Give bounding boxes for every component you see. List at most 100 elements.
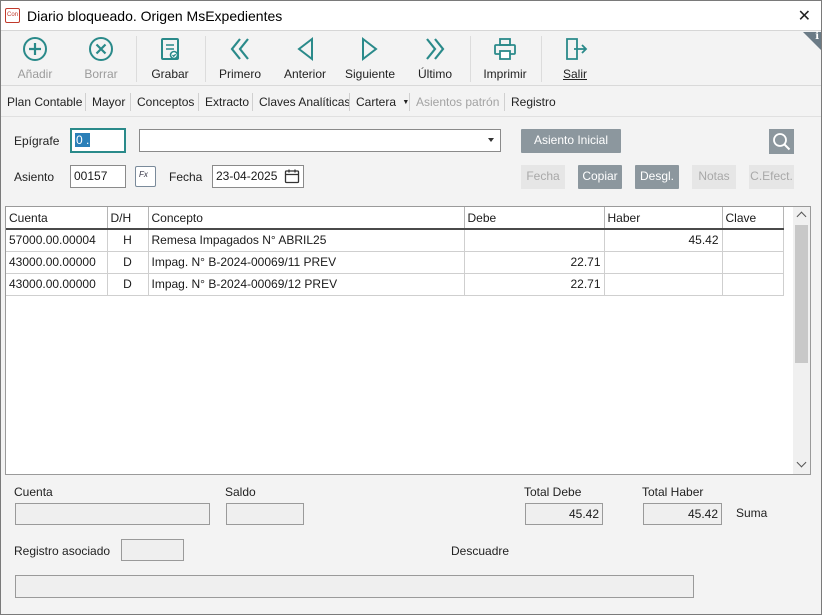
cell-clave[interactable]: [722, 251, 784, 274]
cell-concepto[interactable]: Impag. N° B-2024-00069/12 PREV: [148, 273, 465, 296]
formula-button[interactable]: Fx: [135, 166, 156, 187]
previous-button[interactable]: Anterior: [281, 36, 329, 84]
menu-separator: [85, 93, 86, 111]
calendar-icon[interactable]: [284, 168, 300, 184]
cell-dh[interactable]: H: [107, 229, 149, 252]
cell-dh[interactable]: D: [107, 273, 149, 296]
chevron-down-icon: [488, 138, 494, 142]
asiento-input[interactable]: 00157: [70, 165, 126, 188]
menu-separator: [349, 93, 350, 111]
info-icon[interactable]: i: [815, 31, 819, 42]
cell-haber[interactable]: [604, 273, 723, 296]
total-haber-field[interactable]: 45.42: [643, 503, 722, 525]
save-button[interactable]: Grabar: [147, 36, 193, 84]
menu-bar: Plan Contable Mayor Conceptos Extracto C…: [1, 87, 821, 117]
cuenta-field[interactable]: [15, 503, 210, 525]
total-debe-field[interactable]: 45.42: [525, 503, 603, 525]
double-chevron-left-icon: [230, 38, 249, 60]
scroll-up-icon[interactable]: [796, 211, 807, 222]
save-document-icon: [161, 38, 179, 60]
menu-asientos-patron[interactable]: Asientos patrón: [416, 95, 499, 109]
cell-dh[interactable]: D: [107, 251, 149, 274]
add-button[interactable]: Añadir: [13, 36, 57, 84]
search-button[interactable]: [769, 129, 794, 154]
column-header-haber[interactable]: Haber: [604, 207, 723, 230]
cell-clave[interactable]: [722, 273, 784, 296]
scroll-down-icon[interactable]: [796, 457, 807, 468]
exit-button[interactable]: Salir: [557, 36, 593, 84]
cell-debe[interactable]: 22.71: [464, 251, 605, 274]
menu-conceptos[interactable]: Conceptos: [137, 95, 194, 109]
entries-table: Cuenta D/H Concepto Debe Haber Clave 570…: [6, 207, 784, 296]
cell-cuenta[interactable]: 43000.00.00000: [6, 273, 108, 296]
epigrafe-select[interactable]: [139, 129, 501, 152]
fecha-input[interactable]: 23-04-2025: [212, 165, 304, 188]
menu-cartera-label: Cartera: [356, 95, 397, 109]
x-circle-icon: [89, 37, 113, 61]
toolbar: i Añadir Borrar Grabar Primero Anterior …: [1, 31, 821, 86]
toolbar-separator: [541, 36, 542, 82]
print-button[interactable]: Imprimir: [481, 36, 529, 84]
chevron-left-icon: [297, 36, 313, 62]
registro-asociado-field[interactable]: [121, 539, 184, 561]
toolbar-separator: [136, 36, 137, 82]
previous-button-label: Anterior: [283, 67, 327, 81]
plus-circle-icon: [23, 37, 47, 61]
menu-registro[interactable]: Registro: [511, 95, 556, 109]
delete-button[interactable]: Borrar: [79, 36, 123, 84]
fecha-value: 23-04-2025: [216, 169, 278, 183]
menu-mayor[interactable]: Mayor: [92, 95, 125, 109]
cell-debe[interactable]: [464, 229, 605, 252]
descuadre-field[interactable]: [15, 575, 694, 598]
cefect-button[interactable]: C.Efect.: [749, 165, 794, 189]
grid-scrollbar[interactable]: [793, 207, 810, 474]
menu-cartera[interactable]: Cartera ▼: [356, 95, 409, 109]
total-haber-label: Total Haber: [642, 485, 704, 499]
column-header-dh[interactable]: D/H: [107, 207, 149, 230]
first-button[interactable]: Primero: [215, 36, 265, 84]
entries-grid[interactable]: Cuenta D/H Concepto Debe Haber Clave 570…: [5, 206, 811, 475]
last-button[interactable]: Último: [413, 36, 457, 84]
title-bar: Con Diario bloqueado. Origen MsExpedient…: [1, 1, 821, 31]
toolbar-separator: [205, 36, 206, 82]
formula-icon: Fx: [139, 170, 148, 179]
window-title: Diario bloqueado. Origen MsExpedientes: [27, 8, 283, 24]
registro-asociado-label: Registro asociado: [14, 544, 111, 558]
menu-extracto[interactable]: Extracto: [205, 95, 249, 109]
cell-cuenta[interactable]: 43000.00.00000: [6, 251, 108, 274]
fecha-label: Fecha: [169, 170, 203, 184]
column-header-clave[interactable]: Clave: [722, 207, 784, 230]
asiento-inicial-button[interactable]: Asiento Inicial: [521, 129, 621, 153]
column-header-debe[interactable]: Debe: [464, 207, 605, 230]
menu-separator: [409, 93, 410, 111]
epigrafe-value: 0 .: [75, 133, 91, 147]
close-icon[interactable]: ✕: [798, 6, 811, 26]
first-button-label: Primero: [218, 67, 261, 81]
cell-cuenta[interactable]: 57000.00.00004: [6, 229, 108, 252]
grid-header-row: Cuenta D/H Concepto Debe Haber Clave: [6, 207, 784, 230]
notas-button[interactable]: Notas: [692, 165, 736, 189]
cell-clave[interactable]: [722, 229, 784, 252]
saldo-field[interactable]: [226, 503, 304, 525]
saldo-label: Saldo: [225, 485, 256, 499]
cell-concepto[interactable]: Impag. N° B-2024-00069/11 PREV: [148, 251, 465, 274]
menu-plan-contable[interactable]: Plan Contable: [7, 95, 82, 109]
cell-concepto[interactable]: Remesa Impagados N° ABRIL25: [148, 229, 465, 252]
fecha-button[interactable]: Fecha: [521, 165, 565, 189]
menu-claves-analiticas[interactable]: Claves Analíticas: [259, 95, 350, 109]
cell-haber[interactable]: [604, 251, 723, 274]
table-row[interactable]: 43000.00.00000 D Impag. N° B-2024-00069/…: [6, 251, 784, 274]
column-header-concepto[interactable]: Concepto: [148, 207, 465, 230]
table-row[interactable]: 43000.00.00000 D Impag. N° B-2024-00069/…: [6, 273, 784, 296]
menu-separator: [198, 93, 199, 111]
next-button[interactable]: Siguiente: [344, 36, 396, 84]
cell-debe[interactable]: 22.71: [464, 273, 605, 296]
desglose-button[interactable]: Desgl.: [635, 165, 679, 189]
table-row[interactable]: 57000.00.00004 H Remesa Impagados N° ABR…: [6, 229, 784, 252]
exit-button-label: Salir: [562, 67, 587, 81]
column-header-cuenta[interactable]: Cuenta: [6, 207, 108, 230]
epigrafe-input[interactable]: 0 .: [70, 128, 126, 153]
scrollbar-thumb[interactable]: [795, 225, 808, 363]
copiar-button[interactable]: Copiar: [578, 165, 622, 189]
cell-haber[interactable]: 45.42: [604, 229, 723, 252]
